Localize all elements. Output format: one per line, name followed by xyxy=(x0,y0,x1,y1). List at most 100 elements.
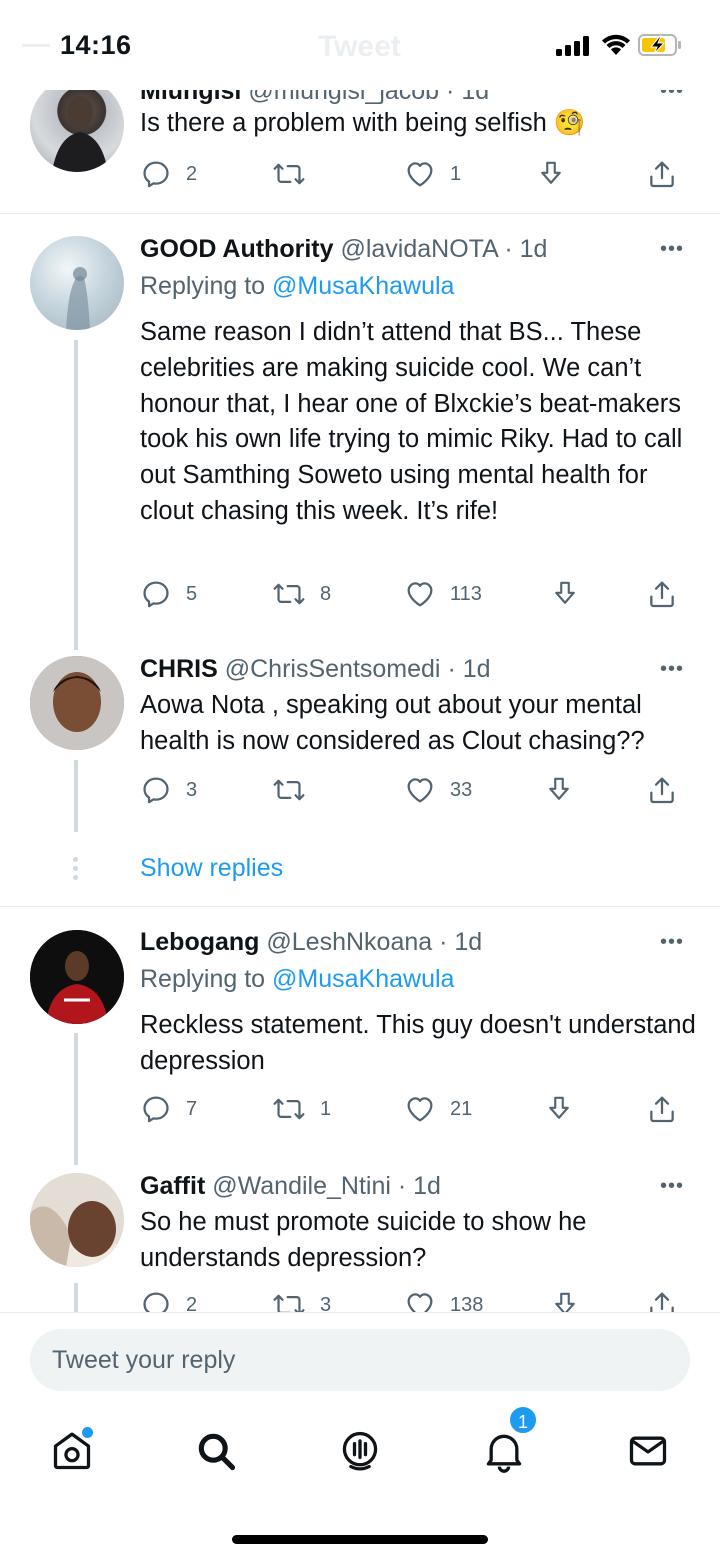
share-button[interactable] xyxy=(646,154,678,194)
avatar[interactable] xyxy=(30,1173,124,1267)
user-handle[interactable]: @ChrisSentsomedi xyxy=(225,655,441,683)
download-button[interactable] xyxy=(544,1089,574,1129)
tweet[interactable]: GOOD Authority @lavidaNOTA · 1d ••• Repl… xyxy=(0,214,720,650)
reply-button[interactable]: 3 xyxy=(140,770,197,810)
reply-button[interactable]: 7 xyxy=(140,1089,197,1129)
reply-button[interactable]: 2 xyxy=(140,154,197,194)
tweet-text: So he must promote suicide to show he un… xyxy=(140,1208,587,1272)
tweet-header: GOOD Authority @lavidaNOTA · 1d xyxy=(140,234,547,264)
tweet-text: Is there a problem with being selfish 🧐 xyxy=(140,109,586,137)
tab-home[interactable] xyxy=(50,1427,94,1473)
avatar[interactable] xyxy=(30,930,124,1024)
back-arrow-icon[interactable] xyxy=(22,44,50,47)
replying-mention-link[interactable]: @MusaKhawula xyxy=(272,272,454,300)
download-button[interactable] xyxy=(550,574,580,614)
tweet-text: Reckless statement. This guy doesn't und… xyxy=(140,1011,696,1075)
reply-count: 2 xyxy=(186,162,198,185)
replying-to: Replying to @MusaKhawula xyxy=(140,271,454,301)
share-icon xyxy=(650,777,674,804)
tweet-time: · 1d xyxy=(504,235,548,263)
user-handle[interactable]: @LeshNkoana xyxy=(266,928,432,956)
reply-icon xyxy=(143,161,169,188)
tweet-actions: 7 1 21 xyxy=(0,1089,720,1129)
reply-count: 2 xyxy=(186,1293,198,1313)
more-options-icon[interactable]: ••• xyxy=(660,658,684,681)
download-button[interactable] xyxy=(536,154,566,194)
replying-to: Replying to @MusaKhawula xyxy=(140,964,454,994)
avatar[interactable] xyxy=(30,236,124,330)
download-button[interactable] xyxy=(544,770,574,810)
reply-button[interactable]: 2 xyxy=(140,1285,197,1312)
tweet[interactable]: CHRIS @ChrisSentsomedi · 1d ••• Aowa Not… xyxy=(0,650,720,832)
retweet-count: 3 xyxy=(320,1293,332,1313)
tweet-header: Gaffit @Wandile_Ntini · 1d xyxy=(140,1171,441,1201)
tweet-actions: 3 33 xyxy=(0,770,720,810)
status-time: 14:16 xyxy=(60,30,132,60)
reply-icon xyxy=(143,581,169,608)
like-button[interactable]: 138 xyxy=(404,1285,483,1312)
tweet[interactable]: Gaffit @Wandile_Ntini · 1d ••• So he mus… xyxy=(0,1167,720,1312)
tweet[interactable]: Lebogang @LeshNkoana · 1d ••• Replying t… xyxy=(0,907,720,1167)
share-button[interactable] xyxy=(646,1285,678,1312)
tab-spaces[interactable] xyxy=(338,1429,382,1473)
tab-messages[interactable] xyxy=(626,1429,670,1473)
retweet-button[interactable]: 1 xyxy=(272,1089,331,1129)
retweet-button[interactable] xyxy=(272,770,320,810)
display-name[interactable]: GOOD Authority xyxy=(140,235,334,263)
display-name[interactable]: Lebogang xyxy=(140,928,259,956)
retweet-button[interactable] xyxy=(272,154,320,194)
display-name[interactable]: Gaffit xyxy=(140,1172,205,1200)
share-icon xyxy=(650,1096,674,1123)
like-button[interactable]: 1 xyxy=(404,154,461,194)
replying-mention-link[interactable]: @MusaKhawula xyxy=(272,965,454,993)
retweet-button[interactable]: 8 xyxy=(272,574,331,614)
retweet-icon xyxy=(273,779,305,801)
more-options-icon[interactable]: ••• xyxy=(660,1175,684,1198)
page-title: Tweet xyxy=(318,30,401,63)
tab-notifications[interactable]: 1 xyxy=(482,1405,538,1473)
reply-button[interactable]: 5 xyxy=(140,574,197,614)
share-icon xyxy=(650,1292,674,1312)
reply-icon xyxy=(143,1096,169,1123)
like-count: 33 xyxy=(450,778,473,801)
share-button[interactable] xyxy=(646,1089,678,1129)
share-button[interactable] xyxy=(646,574,678,614)
heart-icon xyxy=(407,1293,433,1312)
user-handle[interactable]: @lavidaNOTA xyxy=(340,235,497,263)
user-handle[interactable]: @Wandile_Ntini xyxy=(212,1172,391,1200)
heart-icon xyxy=(407,1097,433,1122)
more-options-icon[interactable]: ••• xyxy=(660,931,684,954)
retweet-icon xyxy=(273,583,305,605)
cellular-signal-icon xyxy=(556,36,592,56)
reply-count: 3 xyxy=(186,778,198,801)
tweet-reply-input[interactable] xyxy=(30,1329,690,1391)
like-button[interactable]: 33 xyxy=(404,770,472,810)
share-button[interactable] xyxy=(646,770,678,810)
tweet-text: Aowa Nota , speaking out about your ment… xyxy=(140,691,645,755)
reply-count: 7 xyxy=(186,1097,198,1120)
heart-icon xyxy=(407,162,433,187)
display-name[interactable]: CHRIS xyxy=(140,655,218,683)
mail-icon xyxy=(629,1436,667,1466)
retweet-count: 8 xyxy=(320,582,332,605)
share-icon xyxy=(650,581,674,608)
home-indicator xyxy=(232,1535,488,1544)
home-new-dot xyxy=(82,1427,93,1438)
reply-icon xyxy=(143,777,169,804)
like-button[interactable]: 21 xyxy=(404,1089,472,1129)
avatar[interactable] xyxy=(30,656,124,750)
retweet-button[interactable]: 3 xyxy=(272,1285,331,1312)
like-button[interactable]: 113 xyxy=(404,574,482,614)
download-button[interactable] xyxy=(550,1285,580,1312)
tab-search[interactable] xyxy=(194,1429,238,1473)
tweet-time: · 1d xyxy=(439,928,483,956)
retweet-icon xyxy=(273,163,305,185)
like-count: 21 xyxy=(450,1097,473,1120)
show-replies-link[interactable]: Show replies xyxy=(140,854,283,883)
status-bar: 14:16 Tweet xyxy=(0,0,720,90)
reply-icon xyxy=(143,1292,169,1312)
tweet-actions: 5 8 113 xyxy=(0,574,720,614)
replying-prefix: Replying to xyxy=(140,965,273,993)
wifi-icon xyxy=(602,34,630,55)
more-options-icon[interactable]: ••• xyxy=(660,238,684,261)
